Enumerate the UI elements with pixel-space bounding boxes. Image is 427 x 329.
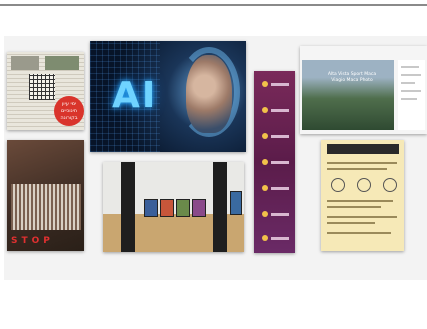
gallery-artwork bbox=[177, 200, 189, 216]
timeline-entry bbox=[271, 135, 289, 138]
timeline-entry bbox=[271, 213, 289, 216]
ai-robot-thumbnail[interactable]: AI bbox=[90, 41, 246, 152]
gallery-pillar bbox=[121, 162, 135, 252]
timeline-marker bbox=[262, 159, 268, 165]
ai-title: AI bbox=[112, 75, 158, 116]
maze-image bbox=[29, 74, 55, 100]
infographic-header bbox=[327, 144, 399, 154]
timeline-entry bbox=[271, 109, 289, 112]
chat-line bbox=[401, 82, 415, 84]
circuit-caption: STOP bbox=[11, 236, 54, 246]
chat-panel bbox=[398, 60, 425, 130]
robot-face-image bbox=[186, 55, 232, 133]
gallery-artwork bbox=[193, 200, 205, 216]
chat-line bbox=[401, 74, 421, 76]
timeline-marker bbox=[262, 107, 268, 113]
timeline-entry bbox=[271, 187, 289, 190]
breadboard-image bbox=[11, 184, 81, 230]
timeline-marker bbox=[262, 185, 268, 191]
landscape-slide-thumbnail[interactable]: Alta Vista Sport Maca Viagio Maca Photo bbox=[300, 46, 427, 134]
text-line bbox=[327, 206, 381, 208]
virtual-gallery-thumbnail[interactable] bbox=[103, 162, 244, 252]
infographic-icon bbox=[357, 178, 371, 192]
text-line bbox=[327, 168, 387, 170]
timeline-marker bbox=[262, 133, 268, 139]
slide-title: Alta Vista Sport Maca Viagio Maca Photo bbox=[327, 72, 377, 83]
infographic-icon bbox=[383, 178, 397, 192]
chat-line bbox=[401, 98, 417, 100]
timeline-marker bbox=[262, 81, 268, 87]
timeline-marker bbox=[262, 235, 268, 241]
mountain-landscape-image bbox=[302, 60, 394, 130]
news-photo bbox=[45, 56, 79, 70]
chat-line bbox=[401, 90, 421, 92]
circuit-breadboard-thumbnail[interactable]: STOP bbox=[7, 140, 84, 251]
news-photo bbox=[11, 56, 39, 70]
red-stamp-badge: ימי עיון חינוכיים בקורונה bbox=[54, 96, 84, 126]
text-line bbox=[327, 232, 391, 234]
purple-timeline-thumbnail[interactable] bbox=[254, 71, 295, 253]
newspaper-maze-thumbnail[interactable]: ימי עיון חינוכיים בקורונה bbox=[7, 52, 84, 130]
text-line bbox=[327, 162, 397, 164]
chat-line bbox=[401, 66, 419, 68]
infographic-thumbnail[interactable] bbox=[321, 140, 404, 251]
infographic-icon bbox=[331, 178, 345, 192]
gallery-artwork bbox=[145, 200, 157, 216]
gallery-artwork bbox=[231, 192, 241, 214]
text-line bbox=[327, 216, 397, 218]
timeline-entry bbox=[271, 161, 289, 164]
gallery-pillar bbox=[213, 162, 227, 252]
text-line bbox=[327, 222, 375, 224]
top-divider-line bbox=[0, 4, 427, 6]
timeline-marker bbox=[262, 211, 268, 217]
timeline-entry bbox=[271, 83, 289, 86]
stamp-text: ימי עיון חינוכיים בקורונה bbox=[60, 100, 78, 121]
timeline-entry bbox=[271, 237, 289, 240]
gallery-artwork bbox=[161, 200, 173, 216]
text-line bbox=[327, 200, 393, 202]
